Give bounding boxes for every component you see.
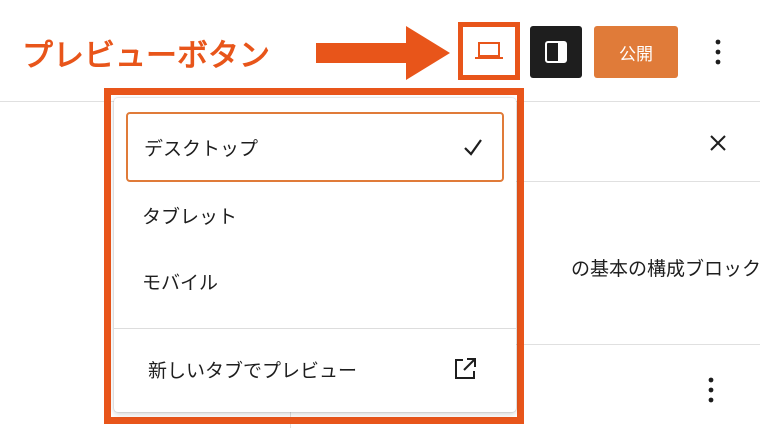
close-sidebar-button[interactable]: [705, 130, 731, 156]
menu-item-mobile[interactable]: モバイル: [126, 246, 504, 316]
block-description-label: の基本の構成ブロック: [570, 258, 760, 280]
menu-item-desktop[interactable]: デスクトップ: [126, 112, 504, 182]
publish-button[interactable]: 公開: [594, 26, 678, 78]
menu-item-label: デスクトップ: [144, 137, 259, 160]
block-options-button[interactable]: [699, 372, 723, 408]
kebab-menu-icon: [715, 39, 721, 65]
preview-dropdown-menu: デスクトップ タブレット モバイル 新しいタブでプレビュー: [114, 98, 516, 412]
menu-separator: [114, 328, 516, 329]
annotation-label: プレビューボタン: [22, 38, 270, 74]
annotation-arrow-icon: [316, 26, 450, 80]
close-icon: [710, 135, 726, 151]
menu-item-label: タブレット: [142, 205, 238, 228]
menu-item-label: 新しいタブでプレビュー: [148, 359, 358, 382]
preview-button[interactable]: [458, 22, 520, 80]
editor-toolbar: プレビューボタン 公開: [0, 0, 760, 102]
menu-item-tablet[interactable]: タブレット: [126, 180, 504, 250]
external-link-icon: [455, 358, 476, 379]
settings-sidebar-toggle-button[interactable]: [530, 26, 582, 78]
kebab-menu-icon: [708, 377, 714, 403]
options-menu-button[interactable]: [706, 34, 730, 70]
menu-item-label: モバイル: [142, 271, 219, 294]
check-icon: [464, 139, 482, 156]
menu-item-preview-new-tab[interactable]: 新しいタブでプレビュー: [126, 338, 504, 400]
laptop-icon: [475, 42, 503, 59]
sidebar-toggle-icon: [545, 41, 567, 63]
